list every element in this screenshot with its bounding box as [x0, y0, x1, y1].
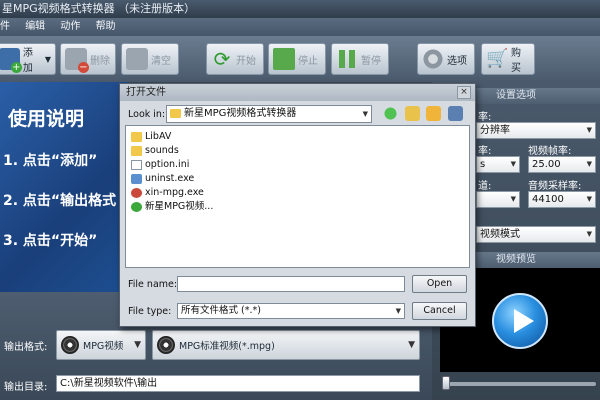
banner-title: 使用说明 — [8, 108, 85, 130]
list-item[interactable]: sounds — [131, 145, 179, 157]
filetype-label: File type: — [128, 306, 172, 317]
seek-slider[interactable] — [446, 382, 596, 386]
output-dir-input[interactable]: C:\新星视频软件\输出 — [56, 375, 420, 392]
delete-file-icon — [65, 48, 89, 73]
buy-button[interactable]: 🛒 购买 — [481, 43, 535, 75]
toolbar: 添加 ▼ 删除 清空 ⟳ 开始 停止 暂停 选项 🛒 购买 — [0, 36, 600, 82]
add-label: 添加 — [22, 48, 33, 74]
close-icon[interactable]: × — [457, 86, 471, 99]
view-menu-icon[interactable] — [448, 106, 463, 121]
pause-button[interactable]: 暂停 — [331, 43, 389, 75]
channel-label: 道: — [478, 181, 492, 192]
settings-file-icon — [131, 160, 142, 170]
bitrate-label: 率: — [478, 146, 492, 157]
file-list: LibAV sounds option.ini uninst.exe xin-m… — [125, 125, 470, 268]
folder-icon — [131, 132, 142, 142]
list-item[interactable]: 新星MPG视频... — [131, 201, 213, 213]
options-label: 选项 — [447, 55, 467, 67]
start-button[interactable]: ⟳ 开始 — [206, 43, 264, 75]
stop-label: 停止 — [298, 55, 318, 67]
resolution-label: 率: — [478, 112, 492, 123]
banner-step-2: 2. 点击“输出格式 — [3, 193, 117, 209]
up-folder-icon[interactable] — [405, 106, 420, 121]
add-button[interactable]: 添加 ▼ — [0, 43, 56, 75]
clear-list-icon — [126, 48, 148, 70]
menu-bar: 件 编辑 动作 帮助 — [0, 18, 600, 36]
shopping-cart-icon: 🛒 — [486, 48, 509, 69]
gear-icon — [422, 48, 444, 70]
buy-label: 购买 — [511, 48, 521, 74]
seek-slider-thumb[interactable] — [442, 376, 450, 390]
fps-label: 视频帧率: — [528, 146, 572, 157]
format-type-value: MPG视频 — [83, 341, 124, 352]
menu-help[interactable]: 帮助 — [96, 18, 116, 36]
chevron-down-icon: ▼ — [44, 54, 51, 64]
menu-action[interactable]: 动作 — [60, 18, 80, 36]
folder-icon — [131, 146, 142, 156]
application-icon — [131, 202, 142, 212]
back-icon[interactable] — [383, 106, 398, 121]
instructions-banner: 使用说明 1. 点击“添加” 2. 点击“输出格式 3. 点击“开始” — [0, 82, 128, 292]
delete-label: 删除 — [90, 55, 110, 67]
banner-step-3: 3. 点击“开始” — [3, 233, 98, 249]
window-title: 星MPG视频格式转换器 （未注册版本） — [0, 0, 600, 18]
list-item[interactable]: option.ini — [131, 159, 189, 171]
output-dir-label: 输出目录: — [4, 382, 48, 393]
filetype-select[interactable]: 所有文件格式 (*.*) — [177, 303, 405, 319]
samplerate-label: 音频采样率: — [528, 181, 582, 192]
refresh-start-icon: ⟳ — [213, 47, 231, 71]
options-button[interactable]: 选项 — [417, 43, 475, 75]
menu-file[interactable]: 件 — [0, 18, 10, 36]
banner-step-1: 1. 点击“添加” — [3, 153, 98, 169]
open-file-dialog: 打开文件 × Look in: 新星MPG视频格式转换器 LibAV sound… — [119, 83, 476, 327]
start-label: 开始 — [236, 55, 256, 67]
uninstaller-icon — [131, 174, 142, 184]
dialog-title: 打开文件 — [120, 84, 475, 101]
clear-label: 清空 — [151, 55, 171, 67]
film-reel-icon — [61, 336, 79, 354]
samplerate-select[interactable]: 44100 — [528, 191, 596, 208]
play-icon[interactable] — [492, 293, 548, 349]
list-item[interactable]: uninst.exe — [131, 173, 194, 185]
stop-button[interactable]: 停止 — [268, 43, 326, 75]
menu-edit[interactable]: 编辑 — [25, 18, 45, 36]
list-item[interactable]: xin-mpg.exe — [131, 187, 204, 199]
delete-button[interactable]: 删除 — [60, 43, 116, 75]
mode-select[interactable]: 视频模式 — [476, 226, 596, 243]
new-folder-icon[interactable] — [426, 106, 441, 121]
format-profile-value: MPG标准视频(*.mpg) — [179, 341, 275, 352]
stop-icon — [273, 48, 295, 70]
cancel-button[interactable]: Cancel — [412, 302, 467, 320]
chevron-down-icon: ▼ — [408, 340, 415, 350]
output-format-label: 输出格式: — [4, 342, 48, 353]
pause-icon — [336, 48, 358, 70]
film-reel-icon — [157, 336, 175, 354]
fps-select[interactable]: 25.00 — [528, 156, 596, 173]
format-type-select[interactable]: MPG视频 ▼ — [56, 330, 146, 360]
add-file-icon — [0, 48, 22, 73]
clear-button[interactable]: 清空 — [121, 43, 179, 75]
open-button[interactable]: Open — [412, 275, 467, 293]
format-profile-select[interactable]: MPG标准视频(*.mpg) ▼ — [152, 330, 420, 360]
filename-input[interactable] — [177, 276, 405, 292]
lookin-label: Look in: — [128, 109, 166, 120]
bitrate-select[interactable]: s — [476, 156, 520, 173]
executable-icon — [131, 188, 142, 198]
pause-label: 暂停 — [361, 55, 381, 67]
lookin-select[interactable]: 新星MPG视频格式转换器 — [166, 105, 372, 123]
channel-select[interactable] — [476, 191, 520, 208]
chevron-down-icon: ▼ — [134, 340, 141, 350]
list-item[interactable]: LibAV — [131, 131, 171, 143]
filename-label: File name: — [128, 279, 178, 290]
resolution-select[interactable]: 分辨率 — [476, 122, 596, 139]
